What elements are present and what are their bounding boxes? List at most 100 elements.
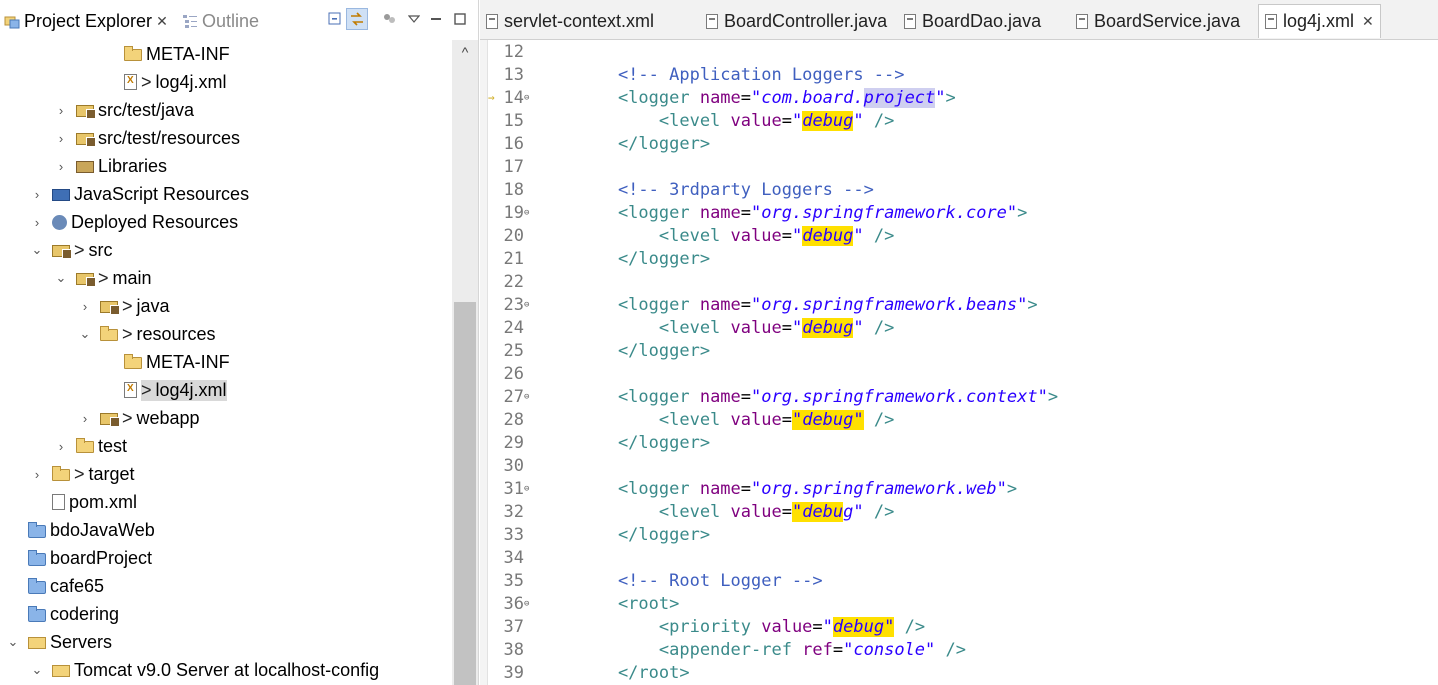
tree-item[interactable]: ⌄ > resources (0, 320, 452, 348)
line-number: 23 (503, 294, 524, 315)
code-token: name (699, 87, 741, 108)
code-token: value (730, 501, 782, 522)
tree-item[interactable]: ⌄ Servers (0, 628, 452, 656)
tree-item[interactable]: › JavaScript Resources (0, 180, 452, 208)
code-token: name (699, 294, 741, 315)
close-icon[interactable]: ✕ (1362, 13, 1374, 30)
tree-item[interactable]: bdoJavaWeb (0, 516, 452, 544)
scroll-up-icon[interactable]: ^ (452, 40, 478, 64)
code-text: <appender-ref ref="console" /> (577, 640, 966, 660)
tree-item-label: src/test/java (98, 99, 195, 120)
fold-toggle-icon[interactable]: ⊖ (524, 484, 529, 494)
project-icon (28, 549, 46, 566)
line-number: 12 (503, 41, 524, 62)
tree-expand-icon[interactable]: › (30, 187, 44, 202)
tree-item[interactable]: >log4j.xml (0, 376, 452, 404)
fold-toggle-icon[interactable]: ⊖ (524, 93, 529, 103)
code-line: 29 </logger> (480, 431, 1438, 454)
tree-item-label: codering (50, 603, 120, 624)
tree-item[interactable]: › src/test/java (0, 96, 452, 124)
code-text: <logger name="org.springframework.contex… (577, 387, 1058, 407)
code-area[interactable]: 12 13 <!-- Application Loggers --> ⇒ 14 ⊖ <l… (480, 40, 1438, 685)
tab-project-explorer[interactable]: Project Explorer ✕ (4, 6, 168, 36)
tree-expand-icon[interactable]: › (54, 103, 68, 118)
tree-item[interactable]: ⌄ Tomcat v9.0 Server at localhost-config (0, 656, 452, 684)
tree-item[interactable]: ⌄ > main (0, 264, 452, 292)
tree-item[interactable]: › src/test/resources (0, 124, 452, 152)
code-line: 27 ⊖ <logger name="org.springframework.co… (480, 385, 1438, 408)
tree-item-label: Tomcat v9.0 Server at localhost-config (74, 659, 380, 680)
code-line: 25 </logger> (480, 339, 1438, 362)
tree-item[interactable]: META-INF (0, 348, 452, 376)
line-number: 34 (503, 547, 524, 568)
tree-expand-icon[interactable]: ⌄ (6, 634, 20, 650)
line-number: 22 (503, 271, 524, 292)
tree-item[interactable]: ⌄ > src (0, 236, 452, 264)
tree-item[interactable]: › > java (0, 292, 452, 320)
tree-item[interactable]: cafe65 (0, 572, 452, 600)
tree-scrollbar[interactable]: ^ (452, 40, 478, 685)
code-token: > (1017, 202, 1028, 223)
scroll-thumb[interactable] (454, 302, 476, 685)
tree-expand-icon[interactable]: ⌄ (30, 242, 44, 258)
editor-tab[interactable]: BoardController.java (700, 4, 893, 38)
tree-item[interactable]: › > target (0, 460, 452, 488)
xml-file-icon (1265, 14, 1277, 29)
tree-item[interactable]: › Libraries (0, 152, 452, 180)
code-token: debug (802, 225, 854, 246)
tree-expand-icon[interactable]: ⌄ (78, 326, 92, 342)
tree-expand-icon[interactable]: › (78, 299, 92, 314)
editor-tab[interactable]: BoardDao.java (898, 4, 1047, 38)
code-token: <logger (577, 294, 700, 315)
fold-toggle-icon[interactable]: ⊖ (524, 208, 529, 218)
tree-expand-icon[interactable]: › (30, 215, 44, 230)
tree-item[interactable]: META-INF (0, 40, 452, 68)
tree-expand-icon[interactable]: ⌄ (54, 270, 68, 286)
code-token: <level (577, 409, 731, 430)
code-line: 22 (480, 270, 1438, 293)
fold-toggle-icon[interactable]: ⊖ (524, 599, 529, 609)
maximize-icon[interactable] (449, 8, 471, 30)
collapse-all-icon[interactable] (324, 8, 346, 30)
editor-tab[interactable]: BoardService.java (1070, 4, 1246, 38)
tree-item[interactable]: >log4j.xml (0, 68, 452, 96)
tree-item[interactable]: › test (0, 432, 452, 460)
tab-outline-label: Outline (202, 10, 260, 31)
tree-expand-icon[interactable]: › (54, 159, 68, 174)
outgoing-change-marker: > (122, 323, 133, 344)
editor-tab[interactable]: log4j.xml ✕ (1258, 4, 1381, 38)
tree-expand-icon[interactable]: › (54, 131, 68, 146)
code-token: value (730, 110, 782, 131)
view-menu-icon[interactable] (403, 8, 425, 30)
tree-item-label-wrap: test (98, 436, 127, 457)
code-token: </logger> (577, 340, 711, 361)
code-token: = (740, 386, 752, 407)
filter-icon[interactable] (378, 8, 400, 30)
editor-tab-label: BoardDao.java (922, 10, 1042, 31)
tree-expand-icon[interactable]: › (78, 411, 92, 426)
tree-item[interactable]: › > webapp (0, 404, 452, 432)
tree-item[interactable]: boardProject (0, 544, 452, 572)
fold-toggle-icon[interactable]: ⊖ (524, 392, 529, 402)
tree-item[interactable]: codering (0, 600, 452, 628)
link-with-editor-icon[interactable] (346, 8, 368, 30)
minimize-icon[interactable] (425, 8, 447, 30)
tree-item[interactable]: › Deployed Resources (0, 208, 452, 236)
code-token: project (863, 87, 936, 108)
editor-tab[interactable]: servlet-context.xml (480, 4, 660, 38)
tab-outline[interactable]: Outline (182, 6, 259, 36)
close-icon[interactable]: ✕ (156, 13, 168, 30)
outgoing-change-marker: > (141, 379, 152, 400)
tree-item[interactable]: pom.xml (0, 488, 452, 516)
code-token: </logger> (577, 133, 711, 154)
server-config-icon (52, 665, 70, 677)
tree-item-label: src/test/resources (98, 127, 241, 148)
code-token: > (1027, 294, 1038, 315)
tree-expand-icon[interactable]: › (54, 439, 68, 454)
tree-expand-icon[interactable]: › (30, 467, 44, 482)
tree-item-label: META-INF (146, 351, 230, 372)
fold-toggle-icon[interactable]: ⊖ (524, 300, 529, 310)
tree-item-label: log4j.xml (155, 71, 227, 92)
line-number: 29 (503, 432, 524, 453)
tree-expand-icon[interactable]: ⌄ (30, 662, 44, 678)
